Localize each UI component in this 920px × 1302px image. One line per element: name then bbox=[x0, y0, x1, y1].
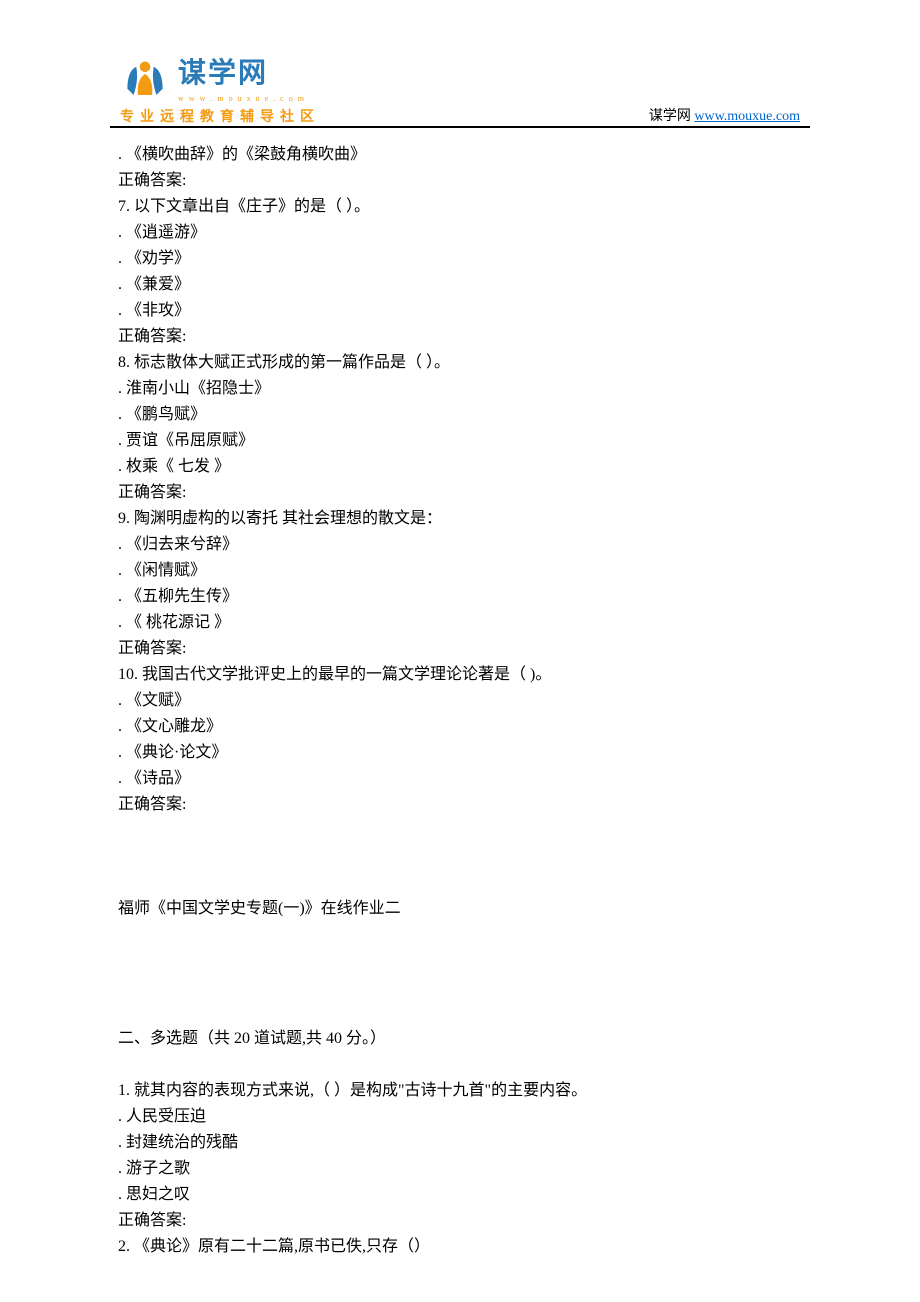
text-line: . 枚乘《 七发 》 bbox=[118, 454, 802, 480]
text-line: . 淮南小山《招隐士》 bbox=[118, 376, 802, 402]
text-line: . 《非攻》 bbox=[118, 298, 802, 324]
text-line: . 人民受压迫 bbox=[118, 1104, 802, 1130]
text-line bbox=[118, 818, 802, 844]
text-line: . 《典论·论文》 bbox=[118, 740, 802, 766]
content-area: . 《横吹曲辞》的《梁鼓角横吹曲》 正确答案: 7. 以下文章出自《庄子》的是（… bbox=[0, 130, 920, 1260]
text-line: . 《闲情赋》 bbox=[118, 558, 802, 584]
text-line: 正确答案: bbox=[118, 636, 802, 662]
text-line: . 《兼爱》 bbox=[118, 272, 802, 298]
site-label: 谋学网 bbox=[649, 109, 695, 124]
text-line: 10. 我国古代文学批评史上的最早的一篇文学理论论著是（ )。 bbox=[118, 662, 802, 688]
text-line: 正确答案: bbox=[118, 168, 802, 194]
logo-icon bbox=[120, 58, 170, 102]
logo-title: 谋学网 bbox=[178, 58, 306, 88]
text-line bbox=[118, 844, 802, 870]
text-line: 1. 就其内容的表现方式来说,（ ）是构成"古诗十九首"的主要内容。 bbox=[118, 1078, 802, 1104]
text-line: 9. 陶渊明虚构的以寄托 其社会理想的散文是： bbox=[118, 506, 802, 532]
text-line bbox=[118, 974, 802, 1000]
text-line: . 《 桃花源记 》 bbox=[118, 610, 802, 636]
text-line: 正确答案: bbox=[118, 1208, 802, 1234]
text-line: . 《劝学》 bbox=[118, 246, 802, 272]
text-line: . 《归去来兮辞》 bbox=[118, 532, 802, 558]
logo-area: 谋学网 www.mouxue.com bbox=[120, 58, 330, 103]
text-line: . 《文心雕龙》 bbox=[118, 714, 802, 740]
text-line: 福师《中国文学史专题(一)》在线作业二 bbox=[118, 896, 802, 922]
tagline: 专业远程教育辅导社区 bbox=[120, 106, 320, 126]
logo-subtitle: www.mouxue.com bbox=[178, 94, 306, 103]
text-line: . 《逍遥游》 bbox=[118, 220, 802, 246]
text-line bbox=[118, 1052, 802, 1078]
text-line: 2. 《典论》原有二十二篇,原书已佚,只存（） bbox=[118, 1234, 802, 1260]
text-line bbox=[118, 870, 802, 896]
text-line: . 《文赋》 bbox=[118, 688, 802, 714]
text-line: . 思妇之叹 bbox=[118, 1182, 802, 1208]
text-line: . 游子之歌 bbox=[118, 1156, 802, 1182]
text-line: . 封建统治的残酷 bbox=[118, 1130, 802, 1156]
text-line bbox=[118, 1000, 802, 1026]
text-line bbox=[118, 948, 802, 974]
text-line: . 《五柳先生传》 bbox=[118, 584, 802, 610]
text-line: 二、多选题（共 20 道试题,共 40 分。） bbox=[118, 1026, 802, 1052]
text-line: . 《横吹曲辞》的《梁鼓角横吹曲》 bbox=[118, 142, 802, 168]
site-info: 谋学网 www.mouxue.com bbox=[649, 105, 800, 125]
text-line: 正确答案: bbox=[118, 324, 802, 350]
text-line: 正确答案: bbox=[118, 480, 802, 506]
header-divider bbox=[110, 126, 810, 128]
text-line: 正确答案: bbox=[118, 792, 802, 818]
text-line: 7. 以下文章出自《庄子》的是（ ）。 bbox=[118, 194, 802, 220]
text-line: . 贾谊《吊屈原赋》 bbox=[118, 428, 802, 454]
text-line bbox=[118, 922, 802, 948]
site-url-link[interactable]: www.mouxue.com bbox=[694, 109, 800, 124]
text-line: 8. 标志散体大赋正式形成的第一篇作品是（ ）。 bbox=[118, 350, 802, 376]
text-line: . 《鹏鸟赋》 bbox=[118, 402, 802, 428]
text-line: . 《诗品》 bbox=[118, 766, 802, 792]
